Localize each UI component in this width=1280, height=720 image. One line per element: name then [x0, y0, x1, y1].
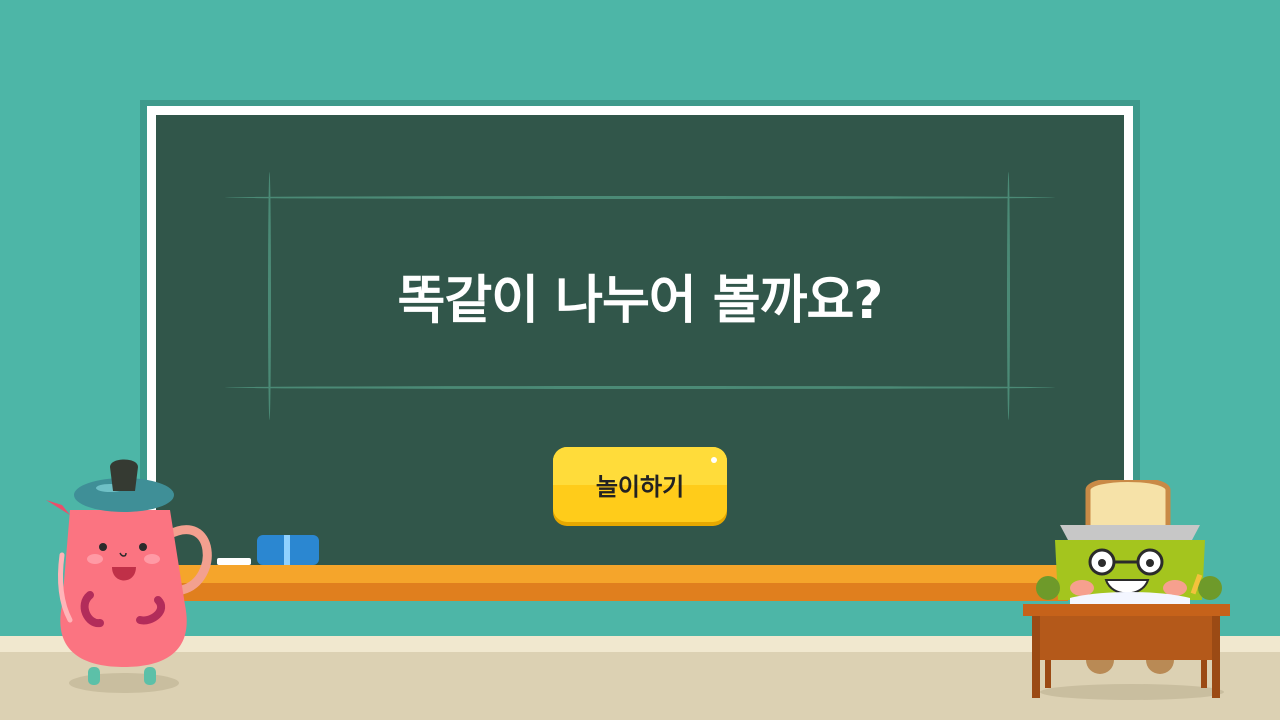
eraser-icon — [257, 535, 319, 565]
chalk-icon — [217, 558, 251, 565]
pitcher-character — [46, 459, 212, 693]
sparkle-icon — [711, 457, 717, 463]
play-button-label: 놀이하기 — [595, 473, 685, 501]
chalk-ledge-front — [168, 583, 1068, 601]
page-title: 똑같이 나누어 볼까요? — [397, 271, 884, 331]
toaster-character — [1023, 480, 1230, 700]
chalk-ledge — [168, 565, 1068, 583]
play-button[interactable]: 놀이하기 — [553, 447, 727, 522]
frame-line-bottom — [225, 386, 1055, 389]
frame-line-top — [225, 196, 1055, 199]
